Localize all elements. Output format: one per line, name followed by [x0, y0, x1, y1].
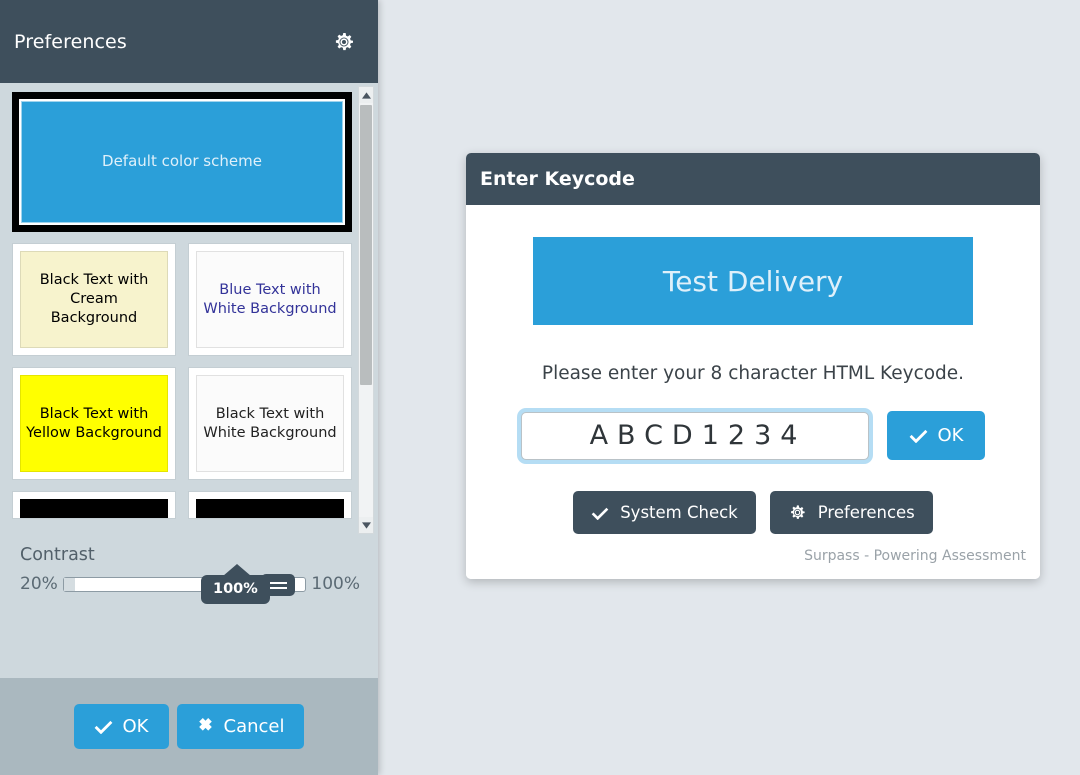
- dialog-footer-note: Surpass - Powering Assessment: [804, 548, 1026, 564]
- contrast-value-tooltip: 100%: [201, 564, 270, 604]
- preferences-header: Preferences: [0, 0, 378, 83]
- keycode-dialog-body: Test Delivery Please enter your 8 charac…: [466, 205, 1040, 579]
- keycode-instruction-text: Please enter your 8 character HTML Keyco…: [541, 363, 965, 384]
- color-scheme-swatch: Blue Text with White Background: [196, 251, 344, 348]
- gear-icon[interactable]: [332, 30, 356, 54]
- check-icon: [94, 719, 113, 734]
- color-scheme-tile-blue-white[interactable]: Blue Text with White Background: [188, 243, 352, 356]
- enter-keycode-dialog: Enter Keycode Test Delivery Please enter…: [466, 153, 1040, 579]
- contrast-max-label: 100%: [311, 574, 360, 594]
- color-scheme-tile-black-b[interactable]: [188, 491, 352, 519]
- color-scheme-scrollbar[interactable]: [358, 86, 374, 534]
- color-scheme-list: Default color scheme Black Text with Cre…: [12, 83, 352, 530]
- preferences-cancel-button[interactable]: Cancel: [176, 704, 305, 749]
- color-scheme-swatch: [20, 499, 168, 518]
- keycode-ok-button[interactable]: OK: [886, 411, 986, 460]
- scrollbar-down-arrow-icon[interactable]: [359, 517, 373, 533]
- check-icon: [909, 428, 928, 443]
- thumb-grip-line: [268, 581, 287, 584]
- scrollbar-thumb[interactable]: [360, 105, 372, 385]
- gear-icon: [788, 503, 807, 522]
- check-icon: [591, 506, 609, 520]
- preferences-ok-label: OK: [122, 716, 149, 737]
- preferences-body: Default color scheme Black Text with Cre…: [0, 83, 378, 678]
- keycode-input[interactable]: [520, 411, 869, 460]
- color-scheme-swatch: Black Text with White Background: [196, 375, 344, 472]
- contrast-label: Contrast: [20, 545, 95, 565]
- preferences-panel: Preferences Default color scheme Black T…: [0, 0, 378, 775]
- color-scheme-row: Black Text with Cream Background Blue Te…: [12, 243, 352, 356]
- contrast-min-label: 20%: [20, 574, 58, 594]
- color-scheme-tile-yellow[interactable]: Black Text with Yellow Background: [12, 367, 176, 480]
- color-scheme-row: Black Text with Yellow Background Black …: [12, 367, 352, 480]
- preferences-button-label: Preferences: [817, 503, 915, 522]
- preferences-cancel-label: Cancel: [223, 716, 285, 737]
- color-scheme-scroll-region: Default color scheme Black Text with Cre…: [0, 83, 378, 538]
- preferences-button[interactable]: Preferences: [769, 491, 933, 534]
- color-scheme-tile-black-a[interactable]: [12, 491, 176, 519]
- preferences-title: Preferences: [14, 30, 127, 53]
- contrast-slider[interactable]: [62, 574, 307, 596]
- color-scheme-swatch: Black Text with Yellow Background: [20, 375, 168, 472]
- cross-icon: [197, 718, 214, 735]
- color-scheme-swatch: Black Text with Cream Background: [20, 251, 168, 348]
- keycode-dialog-actions: System Check Preferences: [466, 491, 1040, 534]
- preferences-footer: OK Cancel: [0, 678, 378, 775]
- system-check-button[interactable]: System Check: [573, 491, 756, 534]
- thumb-grip-line: [268, 586, 287, 589]
- keycode-dialog-title: Enter Keycode: [480, 168, 635, 190]
- contrast-control: Contrast 20% 100% 100%: [20, 545, 360, 604]
- color-scheme-swatch: [196, 499, 344, 518]
- keycode-input-row: OK: [466, 411, 1040, 460]
- system-check-label: System Check: [620, 503, 738, 522]
- preferences-ok-button[interactable]: OK: [73, 704, 169, 749]
- color-scheme-row: [12, 491, 352, 519]
- scrollbar-up-arrow-icon[interactable]: [359, 87, 373, 103]
- contrast-slider-row: 20% 100%: [20, 574, 360, 596]
- test-delivery-banner: Test Delivery: [533, 237, 973, 325]
- color-scheme-row: Default color scheme: [12, 92, 352, 232]
- color-scheme-swatch: Default color scheme: [21, 101, 343, 223]
- keycode-ok-label: OK: [937, 425, 964, 446]
- keycode-dialog-titlebar: Enter Keycode: [466, 153, 1040, 205]
- color-scheme-tile-default[interactable]: Default color scheme: [12, 92, 352, 232]
- contrast-slider-fill: [63, 578, 75, 591]
- color-scheme-tile-cream[interactable]: Black Text with Cream Background: [12, 243, 176, 356]
- color-scheme-tile-black-white[interactable]: Black Text with White Background: [188, 367, 352, 480]
